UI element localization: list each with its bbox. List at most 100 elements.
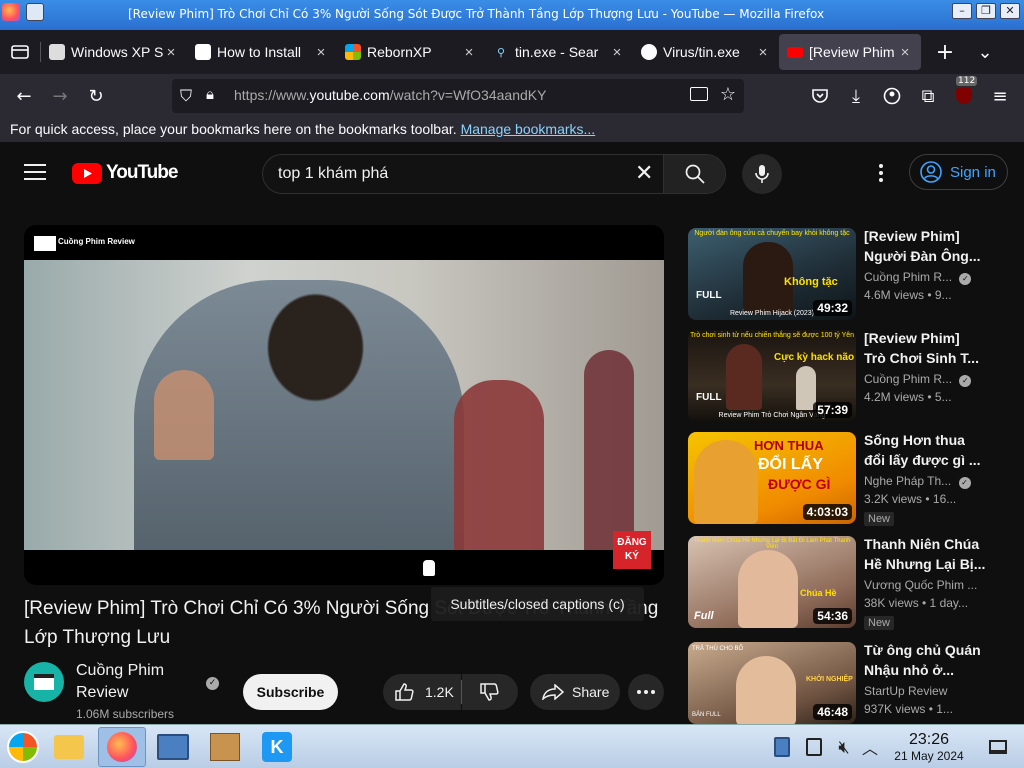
firefox-taskbar-button[interactable] [98,727,146,767]
channel-avatar[interactable] [24,662,64,702]
recommendation-title[interactable]: Sống Hơn thua đổi lấy được gì ... [864,430,1014,470]
share-arrow-icon [542,684,564,700]
settings-more-button[interactable] [870,164,892,184]
show-desktop-button[interactable] [978,727,1018,767]
tracking-protection-icon[interactable]: ⛉ [180,86,192,106]
url-bar[interactable]: ⛉ 🔒︎ https://www.youtube.com/watch?v=WfO… [172,79,744,113]
new-badge: New [864,616,895,630]
clear-search-icon[interactable]: ✕ [635,161,653,186]
clapperboard-icon [34,231,56,251]
system-settings-button[interactable] [152,727,194,767]
close-tab-icon[interactable]: × [163,44,179,61]
recommendation-channel[interactable]: Cuồng Phim R... ✓ [864,372,1014,387]
taskbar: K 🔇︎ ︿ 23:26 21 May 2024 [0,724,1024,768]
close-tab-icon[interactable]: × [755,44,771,61]
youtube-logo[interactable]: YouTube [72,162,178,184]
file-manager-button[interactable] [48,727,90,767]
kde-menu-button[interactable]: K [256,727,298,767]
pocket-icon[interactable] [802,80,838,112]
recommendation-channel[interactable]: Vương Quốc Phim ... [864,578,1014,592]
lock-icon[interactable]: 🔒︎ [206,85,214,103]
recommendation-title[interactable]: [Review Phim] Trò Chơi Sinh T... [864,328,1014,368]
guide-menu-button[interactable] [24,164,46,182]
tab-review-phim[interactable]: [Review Phim × [779,34,921,70]
recommendation-item[interactable]: HƠN THUA ĐỔI LẤY ĐƯỢC GÌ 4:03:03 Sống Hơ… [688,430,1018,526]
recommendation-item[interactable]: Thanh Niên Chúa Hề Nhưng Lại Bị Bắt Đi L… [688,534,1018,630]
recommendation-channel[interactable]: Nghe Pháp Th... ✓ [864,474,1014,489]
firefox-icon[interactable] [2,3,20,21]
tray-expand-icon[interactable]: ︿ [852,727,888,767]
youtube-icon [787,46,803,58]
picture-in-picture-icon[interactable] [690,87,708,101]
extensions-icon[interactable]: ⧉ [910,80,946,112]
back-button[interactable]: ← [6,80,42,112]
video-thumbnail[interactable]: Trò chơi sinh tử nếu chiến thắng sẽ được… [688,330,856,422]
search-icon [685,164,705,184]
close-tab-icon[interactable]: × [313,44,329,61]
clock[interactable]: 23:26 21 May 2024 [888,731,970,763]
downloads-icon[interactable]: ⤓ [838,80,874,112]
tab-list-button[interactable] [0,36,40,68]
manage-bookmarks-link[interactable]: Manage bookmarks... [461,121,596,137]
pocket-shape [812,89,828,103]
video-thumbnail[interactable]: HƠN THUA ĐỔI LẤY ĐƯỢC GÌ 4:03:03 [688,432,856,524]
recommendation-title[interactable]: Thanh Niên Chúa Hề Nhưng Lại Bị... [864,534,1014,574]
clipboard-tray-icon[interactable] [764,727,800,767]
new-tab-button[interactable]: + [927,36,963,68]
search-input[interactable]: top 1 khám phá [278,165,388,183]
maximize-button[interactable]: ❐ [976,3,996,19]
recommendation-title[interactable]: Từ ông chủ Quán Nhậu nhỏ ở... [864,640,1014,680]
minimize-button[interactable]: – [952,3,972,19]
ublock-extension-icon[interactable]: 112 [946,76,982,112]
start-button[interactable] [2,727,44,767]
page-icon [195,44,211,60]
bookmark-star-icon[interactable]: ☆ [720,84,736,105]
tab-rebornxp[interactable]: RebornXP × [337,34,485,70]
app-menu-button[interactable]: ≡ [982,80,1018,112]
close-tab-icon[interactable]: × [897,44,913,61]
channel-name[interactable]: Cuồng Phim Review [76,660,164,704]
account-icon[interactable] [874,80,910,112]
recommendation-meta: 937K views • 1... [864,702,953,716]
search-box[interactable]: top 1 khám phá ✕ [262,154,726,194]
package-manager-button[interactable] [204,727,246,767]
background-person [154,370,214,460]
recommendation-item[interactable]: TRẢ THÙ CHO BỐ KHỞI NGHIỆP BẢN FULL 46:4… [688,642,1018,734]
video-player[interactable]: Cuồng Phim Review ĐĂNG KÝ [24,225,664,585]
video-duration: 46:48 [813,704,852,720]
recommendation-item[interactable]: Người đàn ông cứu cả chuyến bay khỏi khô… [688,228,1018,320]
like-button[interactable]: 1.2K [383,674,461,710]
video-thumbnail[interactable]: Người đàn ông cứu cả chuyến bay khỏi khô… [688,228,856,320]
recommendation-title[interactable]: [Review Phim] Người Đàn Ông... [864,226,1014,266]
more-actions-button[interactable] [628,674,664,710]
tab-how-to-install[interactable]: How to Install × [187,34,337,70]
close-tab-icon[interactable]: × [461,44,477,61]
recommendation-channel[interactable]: StartUp Review [864,684,1014,698]
tab-tin-search[interactable]: ⚲ tin.exe - Sear × [485,34,633,70]
url-text[interactable]: https://www.youtube.com/watch?v=WfO34aan… [234,87,546,103]
subscribe-corner-badge[interactable]: ĐĂNG KÝ [613,531,651,569]
recommendation-channel[interactable]: Cuồng Phim R... ✓ [864,270,1014,285]
bookmarks-toolbar: For quick access, place your bookmarks h… [0,118,1024,142]
video-thumbnail[interactable]: Thanh Niên Chúa Hề Nhưng Lại Bị Bắt Đi L… [688,536,856,628]
close-window-button[interactable]: ✕ [1000,3,1020,19]
computer-icon [157,734,189,760]
list-all-tabs-button[interactable]: ⌄ [967,36,1003,68]
dislike-button[interactable] [462,674,518,710]
sign-in-button[interactable]: Sign in [909,154,1008,190]
video-frame [24,260,664,550]
github-icon [641,44,657,60]
share-button[interactable]: Share [530,674,620,710]
recommendation-meta: 4.6M views • 9... [864,288,952,302]
search-button[interactable] [663,155,725,193]
close-tab-icon[interactable]: × [609,44,625,61]
reload-button[interactable]: ↻ [78,80,114,112]
recommendation-item[interactable]: Trò chơi sinh tử nếu chiến thắng sẽ được… [688,330,1018,422]
video-thumbnail[interactable]: TRẢ THÙ CHO BỐ KHỞI NGHIỆP BẢN FULL 46:4… [688,642,856,724]
voice-search-button[interactable] [742,154,782,194]
window-menu-icon[interactable] [26,3,44,21]
subscribe-button[interactable]: Subscribe [243,674,338,710]
tab-windows-xp[interactable]: Windows XP S × [41,34,187,70]
forward-button[interactable]: → [42,80,78,112]
tab-github-virus[interactable]: Virus/tin.exe × [633,34,779,70]
